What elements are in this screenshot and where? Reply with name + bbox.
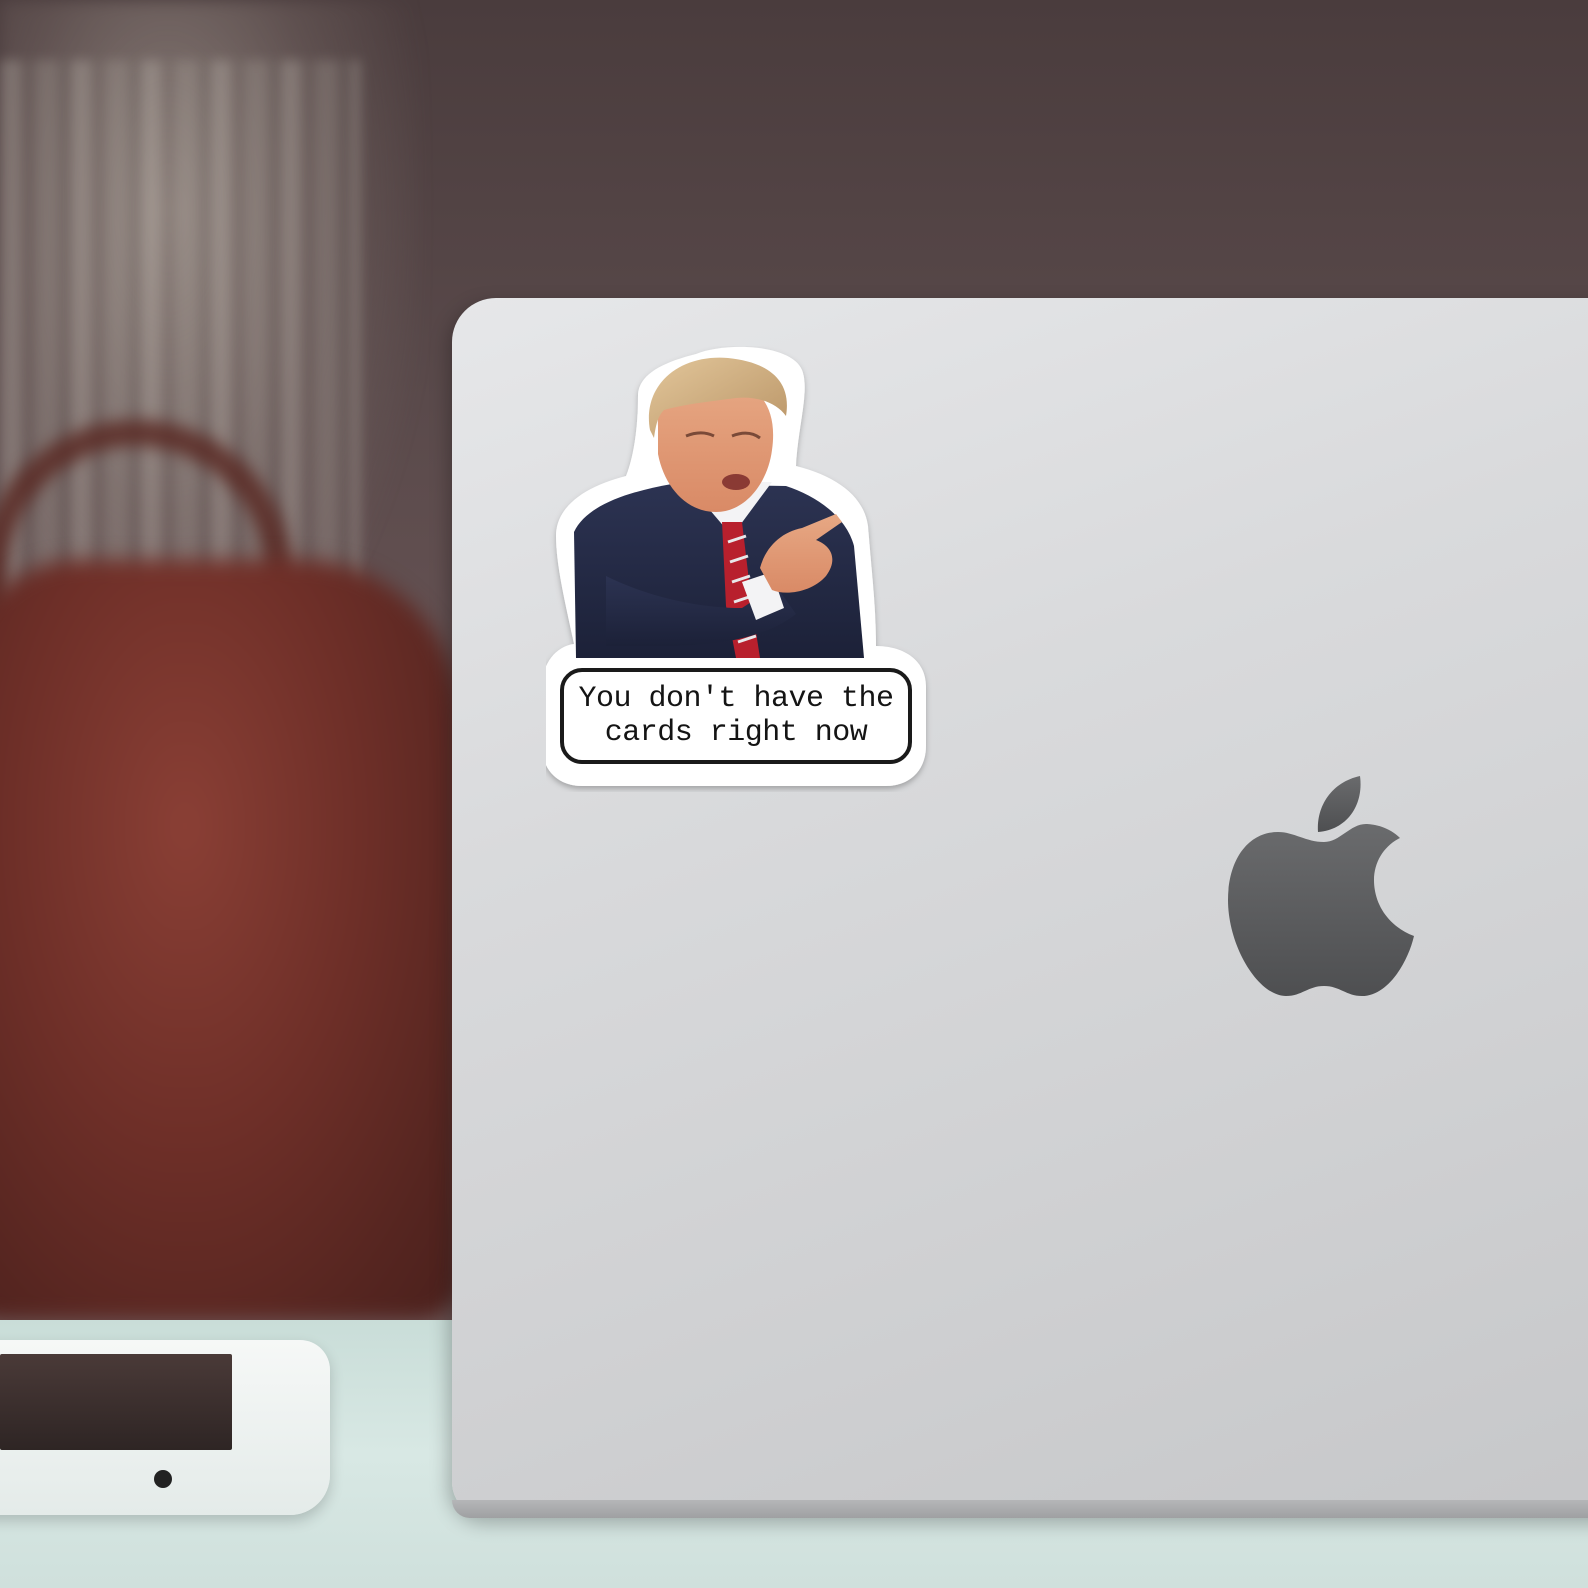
tablet-screen (0, 1354, 232, 1450)
tablet (0, 1340, 330, 1515)
tablet-home-button (154, 1470, 172, 1488)
sticker-caption: You don't have the cards right now (560, 668, 912, 764)
caption-line-1: You don't have the (578, 682, 894, 716)
caption-line-2: cards right now (604, 716, 868, 750)
photo-scene: You don't have the cards right now (0, 0, 1588, 1588)
blurred-leather-bag (0, 560, 460, 1320)
apple-logo-icon (1228, 776, 1418, 1006)
sticker: You don't have the cards right now (546, 346, 936, 792)
laptop-edge (452, 1500, 1588, 1518)
